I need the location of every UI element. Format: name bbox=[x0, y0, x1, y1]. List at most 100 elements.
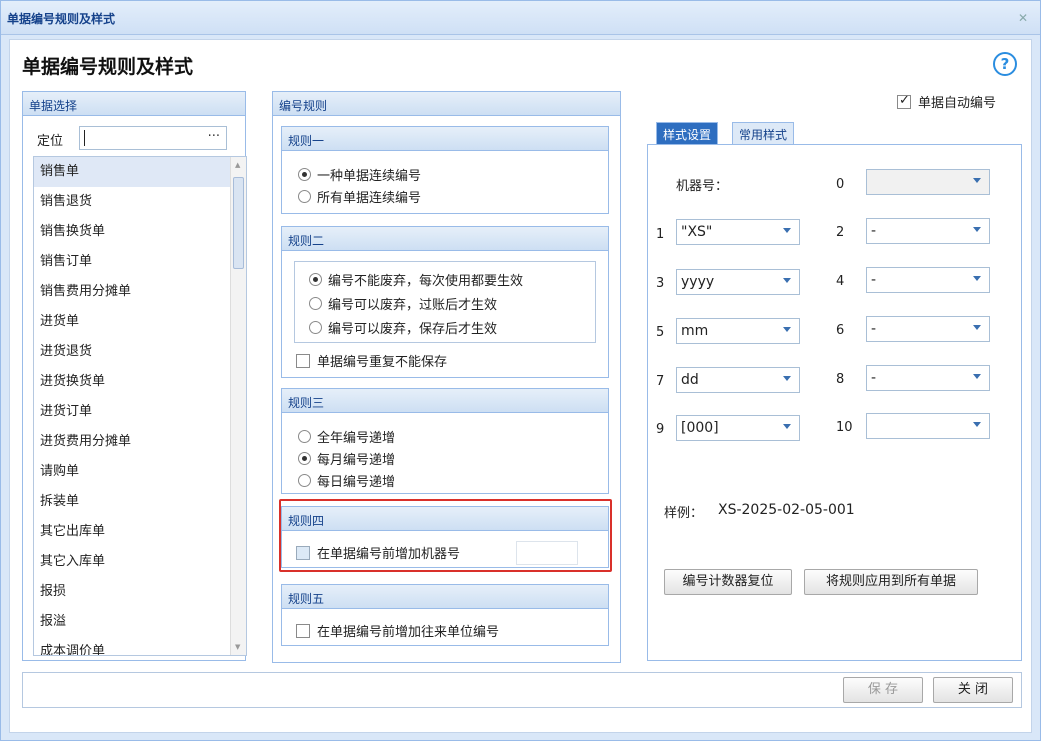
list-item[interactable]: 进货单 bbox=[34, 307, 246, 337]
reset-counter-button[interactable]: 编号计数器复位 bbox=[664, 569, 792, 595]
chevron-down-icon bbox=[783, 278, 791, 283]
rule-five-title: 规则五 bbox=[282, 585, 608, 609]
close-icon[interactable]: ✕ bbox=[1018, 11, 1028, 25]
rule-two-option-2[interactable]: 编号可以废弃，过账后才生效 bbox=[309, 294, 497, 313]
auto-number-check[interactable]: 单据自动编号 bbox=[897, 92, 996, 111]
chevron-down-icon bbox=[973, 374, 981, 379]
dialog-body: 单据编号规则及样式 ? 单据选择 定位 ··· 销售单 销售退货 销售换货单 销售订单… bbox=[9, 39, 1032, 733]
list-item[interactable]: 其它入库单 bbox=[34, 547, 246, 577]
page-title: 单据编号规则及样式 bbox=[22, 56, 194, 78]
chevron-down-icon bbox=[783, 327, 791, 332]
chevron-down-icon bbox=[973, 227, 981, 232]
slot-5-select[interactable]: mm bbox=[676, 318, 800, 344]
rule-one-option-2[interactable]: 所有单据连续编号 bbox=[298, 187, 421, 206]
chevron-down-icon bbox=[973, 178, 981, 183]
checkbox-icon[interactable] bbox=[296, 623, 310, 638]
slot-6-number: 6 bbox=[836, 323, 845, 338]
footer-bar: 保 存 关 闭 bbox=[22, 672, 1022, 708]
slot-9-number: 9 bbox=[656, 422, 665, 437]
slot-2-number: 2 bbox=[836, 225, 845, 240]
rule-two-option-1[interactable]: 编号不能废弃，每次使用都要生效 bbox=[309, 270, 523, 289]
bill-list[interactable]: 销售单 销售退货 销售换货单 销售订单 销售费用分摊单 进货单 进货退货 进货换货单 进货订单进… bbox=[33, 156, 247, 656]
locate-input[interactable]: ··· bbox=[79, 126, 227, 150]
radio-icon[interactable] bbox=[309, 297, 322, 310]
rule-three-option-2[interactable]: 每月编号递增 bbox=[298, 449, 395, 468]
rule-two-option-3[interactable]: 编号可以废弃，保存后才生效 bbox=[309, 318, 497, 337]
tab-style-settings[interactable]: 样式设置 bbox=[656, 122, 719, 144]
slot-8-select[interactable]: - bbox=[866, 365, 990, 391]
bill-select-header: 单据选择 bbox=[23, 92, 245, 116]
text-caret bbox=[84, 130, 85, 146]
more-button[interactable]: ··· bbox=[208, 129, 220, 144]
apply-all-button[interactable]: 将规则应用到所有单据 bbox=[804, 569, 978, 595]
radio-selected-icon[interactable] bbox=[298, 168, 311, 181]
list-item[interactable]: 请购单 bbox=[34, 457, 246, 487]
locate-label: 定位 bbox=[37, 134, 64, 149]
scroll-down-icon[interactable]: ▼ bbox=[235, 643, 240, 651]
radio-icon[interactable] bbox=[309, 321, 322, 334]
rule-two-check[interactable]: 单据编号重复不能保存 bbox=[296, 351, 447, 370]
chevron-down-icon bbox=[783, 424, 791, 429]
list-item[interactable]: 进货退货 bbox=[34, 337, 246, 367]
save-button[interactable]: 保 存 bbox=[843, 677, 923, 703]
scroll-up-icon[interactable]: ▲ bbox=[235, 161, 240, 169]
sample-value: XS-2025-02-05-001 bbox=[718, 502, 855, 518]
scroll-thumb[interactable] bbox=[233, 177, 244, 269]
slot-6-select[interactable]: - bbox=[866, 316, 990, 342]
slot-0-select[interactable] bbox=[866, 169, 990, 195]
slot-0-number: 0 bbox=[836, 177, 845, 192]
slot-4-number: 4 bbox=[836, 274, 845, 289]
slot-1-select[interactable]: "XS" bbox=[676, 219, 800, 245]
chevron-down-icon bbox=[973, 325, 981, 330]
slot-9-select[interactable]: [000] bbox=[676, 415, 800, 441]
title-bar: 单据编号规则及样式 ✕ bbox=[1, 1, 1040, 35]
radio-icon[interactable] bbox=[298, 190, 311, 203]
slot-4-select[interactable]: - bbox=[866, 267, 990, 293]
slot-10-select[interactable] bbox=[866, 413, 990, 439]
slot-3-number: 3 bbox=[656, 276, 665, 291]
slot-2-select[interactable]: - bbox=[866, 218, 990, 244]
rule-five-check[interactable]: 在单据编号前增加往来单位编号 bbox=[296, 621, 499, 640]
checkbox-checked-icon[interactable] bbox=[897, 93, 911, 109]
list-scrollbar[interactable]: ▲ ▼ bbox=[230, 157, 246, 655]
list-item[interactable]: 报损 bbox=[34, 577, 246, 607]
list-item[interactable]: 销售费用分摊单 bbox=[34, 277, 246, 307]
rule-two-options-box: 编号不能废弃，每次使用都要生效 编号可以废弃，过账后才生效 编号可以废弃，保存后… bbox=[294, 261, 596, 343]
style-settings-panel: 机器号： 0 1 "XS" 2 - 3 yyyy 4 - 5 mm 6 - 7 … bbox=[647, 144, 1022, 661]
list-item[interactable]: 销售换货单 bbox=[34, 217, 246, 247]
rule-three-option-1[interactable]: 全年编号递增 bbox=[298, 427, 395, 446]
checkbox-icon[interactable] bbox=[296, 353, 310, 368]
rule-one-option-1[interactable]: 一种单据连续编号 bbox=[298, 165, 421, 184]
radio-selected-icon[interactable] bbox=[298, 452, 311, 465]
chevron-down-icon bbox=[973, 276, 981, 281]
list-item[interactable]: 其它出库单 bbox=[34, 517, 246, 547]
help-icon[interactable]: ? bbox=[993, 52, 1017, 76]
rule-two-title: 规则二 bbox=[282, 227, 608, 251]
list-item[interactable]: 进货换货单 bbox=[34, 367, 246, 397]
list-item[interactable]: 销售单 bbox=[34, 157, 246, 187]
rule-three-option-3[interactable]: 每日编号递增 bbox=[298, 471, 395, 490]
rule-three-group: 规则三 全年编号递增 每月编号递增 每日编号递增 bbox=[281, 388, 609, 494]
radio-icon[interactable] bbox=[298, 430, 311, 443]
close-button[interactable]: 关 闭 bbox=[933, 677, 1013, 703]
slot-3-select[interactable]: yyyy bbox=[676, 269, 800, 295]
list-item[interactable]: 销售订单 bbox=[34, 247, 246, 277]
list-item[interactable]: 销售退货 bbox=[34, 187, 246, 217]
slot-7-select[interactable]: dd bbox=[676, 367, 800, 393]
rule-two-group: 规则二 编号不能废弃，每次使用都要生效 编号可以废弃，过账后才生效 编号可以废弃… bbox=[281, 226, 609, 378]
radio-selected-icon[interactable] bbox=[309, 273, 322, 286]
list-item[interactable]: 进货费用分摊单 bbox=[34, 427, 246, 457]
slot-5-number: 5 bbox=[656, 325, 665, 340]
rule-three-title: 规则三 bbox=[282, 389, 608, 413]
tab-common-styles[interactable]: 常用样式 bbox=[732, 122, 795, 144]
list-item[interactable]: 进货订单 bbox=[34, 397, 246, 427]
bill-select-panel: 单据选择 定位 ··· 销售单 销售退货 销售换货单 销售订单 销售费用分摊单 进货单 进货… bbox=[22, 91, 247, 661]
radio-icon[interactable] bbox=[298, 474, 311, 487]
list-item[interactable]: 报溢 bbox=[34, 607, 246, 637]
rule-one-title: 规则一 bbox=[282, 127, 608, 151]
machine-label: 机器号： bbox=[676, 179, 729, 194]
rules-panel: 编号规则 规则一 一种单据连续编号 所有单据连续编号 规则二 编号不能废弃，每次… bbox=[272, 91, 621, 663]
slot-1-number: 1 bbox=[656, 227, 665, 242]
list-item[interactable]: 成本调价单 bbox=[34, 637, 246, 655]
list-item[interactable]: 拆装单 bbox=[34, 487, 246, 517]
